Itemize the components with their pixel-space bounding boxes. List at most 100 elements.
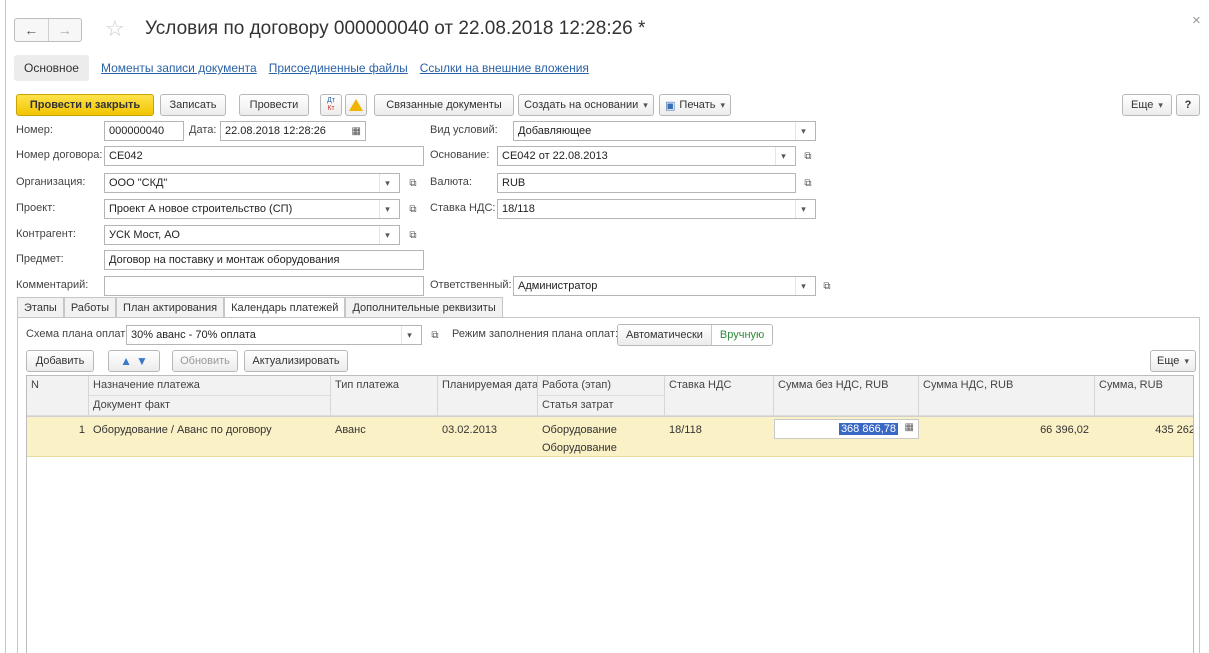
header-sum[interactable]: Сумма, RUB bbox=[1095, 376, 1193, 416]
sum-no-vat-editor[interactable]: 368 866,78 ▦ bbox=[774, 419, 919, 439]
close-icon[interactable]: × bbox=[1192, 12, 1201, 29]
open-icon[interactable]: ⧉ bbox=[406, 202, 420, 216]
date-value: 22.08.2018 12:28:26 bbox=[225, 125, 326, 137]
open-icon[interactable]: ⧉ bbox=[406, 176, 420, 190]
cond-type-field[interactable]: Добавляющее ▾ bbox=[513, 121, 816, 141]
counterparty-label: Контрагент: bbox=[16, 228, 76, 240]
header-pay-type[interactable]: Тип платежа bbox=[331, 376, 438, 416]
header-cost-item[interactable]: Статья затрат bbox=[538, 396, 665, 416]
cell-purpose: Оборудование / Аванс по договору bbox=[93, 424, 272, 436]
chevron-down-icon[interactable]: ▾ bbox=[795, 200, 811, 218]
vat-label: Ставка НДС: bbox=[430, 202, 496, 214]
dt-label: Дт bbox=[327, 97, 335, 104]
mode-toggle: Автоматически Вручную bbox=[617, 324, 774, 346]
open-icon[interactable]: ⧉ bbox=[801, 149, 815, 163]
refresh-button[interactable]: Обновить bbox=[172, 350, 238, 372]
currency-label: Валюта: bbox=[430, 176, 472, 188]
header-plan-date[interactable]: Планируемая дата bbox=[438, 376, 538, 416]
section-main[interactable]: Основное bbox=[14, 55, 89, 81]
scheme-field[interactable]: 30% аванс - 70% оплата ▾ bbox=[126, 325, 422, 345]
chevron-down-icon[interactable]: ▾ bbox=[795, 277, 811, 295]
open-icon[interactable]: ⧉ bbox=[428, 328, 442, 342]
favorite-star-icon[interactable]: ☆ bbox=[105, 16, 125, 42]
org-value: ООО "СКД" bbox=[109, 177, 168, 189]
contract-no-label: Номер договора: bbox=[16, 149, 103, 161]
section-link-files[interactable]: Присоединенные файлы bbox=[269, 61, 408, 75]
print-button[interactable]: ▣ Печать bbox=[659, 94, 731, 116]
org-field[interactable]: ООО "СКД" ▾ bbox=[104, 173, 400, 193]
section-link-external[interactable]: Ссылки на внешние вложения bbox=[420, 61, 589, 75]
counterparty-value: УСК Мост, АО bbox=[109, 229, 180, 241]
cell-vat-sum: 66 396,02 bbox=[1040, 424, 1089, 436]
forward-button[interactable]: → bbox=[47, 19, 82, 41]
add-button[interactable]: Добавить bbox=[26, 350, 94, 372]
section-nav: Основное Моменты записи документа Присое… bbox=[14, 54, 589, 82]
tab-stages[interactable]: Этапы bbox=[17, 297, 64, 317]
number-field[interactable]: 000000040 bbox=[104, 121, 184, 141]
create-based-on-button[interactable]: Создать на основании bbox=[518, 94, 654, 116]
arrow-up-icon[interactable]: ▲ bbox=[120, 354, 132, 368]
back-button[interactable]: ← bbox=[15, 19, 48, 41]
open-icon[interactable]: ⧉ bbox=[820, 279, 834, 293]
kt-label: Кт bbox=[327, 105, 335, 112]
dtkt-icon[interactable]: Дт Кт bbox=[320, 94, 342, 116]
table-row[interactable]: 1 Оборудование / Аванс по договору Аванс… bbox=[27, 417, 1193, 457]
header-doc-fact[interactable]: Документ факт bbox=[89, 396, 331, 416]
responsible-value: Администратор bbox=[518, 280, 598, 292]
actualize-button[interactable]: Актуализировать bbox=[244, 350, 348, 372]
post-button[interactable]: Провести bbox=[239, 94, 309, 116]
chevron-down-icon[interactable]: ▾ bbox=[379, 200, 395, 218]
header-n[interactable]: N bbox=[27, 376, 89, 416]
mode-label: Режим заполнения плана оплат: bbox=[452, 328, 619, 340]
header-vat-rate[interactable]: Ставка НДС bbox=[665, 376, 774, 416]
section-link-moments[interactable]: Моменты записи документа bbox=[101, 61, 257, 75]
open-icon[interactable]: ⧉ bbox=[801, 176, 815, 190]
chevron-down-icon[interactable]: ▾ bbox=[379, 226, 395, 244]
responsible-field[interactable]: Администратор ▾ bbox=[513, 276, 816, 296]
chevron-down-icon[interactable]: ▾ bbox=[795, 122, 811, 140]
mode-manual-button[interactable]: Вручную bbox=[711, 325, 773, 345]
vat-field[interactable]: 18/118 ▾ bbox=[497, 199, 816, 219]
basis-value: СЕ042 от 22.08.2013 bbox=[502, 150, 608, 162]
chevron-down-icon[interactable]: ▾ bbox=[401, 326, 417, 344]
project-field[interactable]: Проект А новое строительство (СП) ▾ bbox=[104, 199, 400, 219]
header-sum-no-vat[interactable]: Сумма без НДС, RUB bbox=[774, 376, 919, 416]
header-vat-sum[interactable]: Сумма НДС, RUB bbox=[919, 376, 1095, 416]
comment-label: Комментарий: bbox=[16, 279, 89, 291]
project-value: Проект А новое строительство (СП) bbox=[109, 203, 293, 215]
tab-activation-plan[interactable]: План актирования bbox=[116, 297, 225, 317]
warning-icon[interactable] bbox=[345, 94, 367, 116]
post-and-close-button[interactable]: Провести и закрыть bbox=[16, 94, 154, 116]
arrow-down-icon[interactable]: ▼ bbox=[136, 354, 148, 368]
more-button[interactable]: Еще bbox=[1122, 94, 1172, 116]
number-value: 000000040 bbox=[109, 125, 165, 137]
open-icon[interactable]: ⧉ bbox=[406, 228, 420, 242]
subject-field[interactable]: Договор на поставку и монтаж оборудовани… bbox=[104, 250, 424, 270]
chevron-down-icon[interactable]: ▾ bbox=[775, 147, 791, 165]
comment-field[interactable] bbox=[104, 276, 424, 296]
save-button[interactable]: Записать bbox=[160, 94, 226, 116]
currency-value: RUB bbox=[502, 177, 526, 189]
currency-field[interactable]: RUB bbox=[497, 173, 796, 193]
counterparty-field[interactable]: УСК Мост, АО ▾ bbox=[104, 225, 400, 245]
chevron-down-icon[interactable]: ▾ bbox=[379, 174, 395, 192]
header-purpose[interactable]: Назначение платежа bbox=[89, 376, 331, 396]
tab-additional-attributes[interactable]: Дополнительные реквизиты bbox=[345, 297, 503, 317]
mode-auto-button[interactable]: Автоматически bbox=[618, 325, 712, 345]
date-field[interactable]: 22.08.2018 12:28:26 ▦ bbox=[220, 121, 366, 141]
subject-value: Договор на поставку и монтаж оборудовани… bbox=[109, 254, 340, 266]
calculator-icon[interactable]: ▦ bbox=[905, 422, 914, 433]
project-label: Проект: bbox=[16, 202, 56, 214]
contract-no-field[interactable]: СЕ042 bbox=[104, 146, 424, 166]
tab-works[interactable]: Работы bbox=[63, 297, 117, 317]
table-header: N Назначение платежа Документ факт Тип п… bbox=[27, 376, 1193, 417]
calendar-icon[interactable]: ▦ bbox=[352, 126, 361, 137]
table-more-button[interactable]: Еще bbox=[1150, 350, 1196, 372]
cell-plan-date: 03.02.2013 bbox=[442, 424, 498, 436]
related-documents-button[interactable]: Связанные документы bbox=[374, 94, 514, 116]
help-button[interactable]: ? bbox=[1176, 94, 1200, 116]
header-work[interactable]: Работа (этап) bbox=[538, 376, 665, 396]
tab-payment-calendar[interactable]: Календарь платежей bbox=[224, 297, 346, 318]
basis-field[interactable]: СЕ042 от 22.08.2013 ▾ bbox=[497, 146, 796, 166]
org-label: Организация: bbox=[16, 176, 86, 188]
